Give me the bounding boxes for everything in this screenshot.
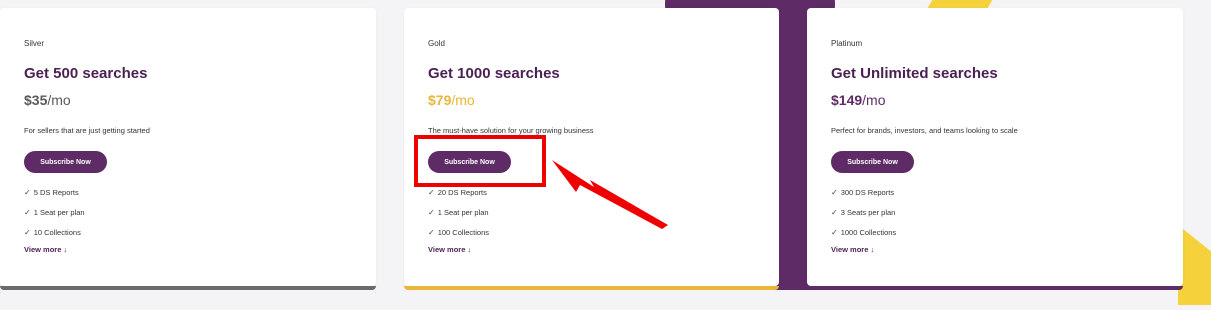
feature-label: 3 Seats per plan	[840, 207, 896, 217]
plan-description: For sellers that are just getting starte…	[24, 126, 150, 135]
feature-item: ✓ 5 DS Reports	[24, 182, 85, 202]
plan-tier: Silver	[24, 39, 45, 48]
feature-label: 300 DS Reports	[840, 187, 895, 197]
feature-list: ✓ 5 DS Reports ✓ 1 Seat per plan ✓ 10 Colle…	[24, 182, 85, 242]
plan-price: $79/mo	[428, 92, 475, 108]
feature-label: 100 Collections	[437, 227, 489, 237]
check-icon: ✓	[831, 207, 838, 217]
check-icon: ✓	[24, 207, 31, 217]
feature-label: 1 Seat per plan	[437, 207, 489, 217]
price-period: /mo	[451, 92, 475, 108]
plan-headline: Get 1000 searches	[428, 65, 560, 82]
price-amount: $35	[24, 92, 48, 108]
feature-item: ✓ 100 Collections	[428, 222, 489, 242]
feature-item: ✓ 3 Seats per plan	[831, 202, 896, 222]
feature-list: ✓ 300 DS Reports ✓ 3 Seats per plan ✓ 1000 …	[831, 182, 896, 242]
plan-card-platinum: Platinum Get Unlimited searches $149/mo …	[807, 8, 1183, 290]
feature-item: ✓ 1 Seat per plan	[428, 202, 489, 222]
plan-price: $35/mo	[24, 92, 71, 108]
check-icon: ✓	[831, 187, 838, 197]
check-icon: ✓	[428, 207, 435, 217]
plan-card-silver: Silver Get 500 searches $35/mo For selle…	[0, 8, 376, 290]
red-arrow-icon	[552, 160, 668, 229]
feature-item: ✓ 300 DS Reports	[831, 182, 896, 202]
check-icon: ✓	[831, 227, 838, 237]
view-more-link[interactable]: View more ↓	[831, 245, 874, 254]
annotation-highlight-box	[414, 135, 546, 187]
feature-item: ✓ 10 Collections	[24, 222, 85, 242]
check-icon: ✓	[428, 187, 435, 197]
feature-label: 5 DS Reports	[33, 187, 79, 197]
feature-label: 1 Seat per plan	[33, 207, 85, 217]
price-amount: $149	[831, 92, 863, 108]
feature-label: 1000 Collections	[840, 227, 897, 237]
feature-label: 20 DS Reports	[437, 187, 487, 197]
plan-description: The must-have solution for your growing …	[428, 126, 594, 135]
price-period: /mo	[47, 92, 71, 108]
subscribe-button-platinum[interactable]: Subscribe Now	[831, 151, 914, 173]
card-accent-bar	[404, 286, 779, 290]
subscribe-button-silver[interactable]: Subscribe Now	[24, 151, 107, 173]
view-more-link[interactable]: View more ↓	[24, 245, 67, 254]
plan-headline: Get Unlimited searches	[831, 65, 998, 82]
plan-description: Perfect for brands, investors, and teams…	[831, 126, 1018, 135]
plan-price: $149/mo	[831, 92, 886, 108]
check-icon: ✓	[24, 227, 31, 237]
card-accent-bar	[807, 286, 1183, 290]
feature-item: ✓ 1000 Collections	[831, 222, 896, 242]
plan-headline: Get 500 searches	[24, 65, 148, 82]
plan-tier: Gold	[428, 39, 445, 48]
feature-label: 10 Collections	[33, 227, 81, 237]
plan-tier: Platinum	[831, 39, 863, 48]
check-icon: ✓	[24, 187, 31, 197]
price-amount: $79	[428, 92, 452, 108]
check-icon: ✓	[428, 227, 435, 237]
feature-item: ✓ 1 Seat per plan	[24, 202, 85, 222]
feature-list: ✓ 20 DS Reports ✓ 1 Seat per plan ✓ 100 Col…	[428, 182, 489, 242]
view-more-link[interactable]: View more ↓	[428, 245, 471, 254]
card-accent-bar	[0, 286, 376, 290]
price-period: /mo	[862, 92, 886, 108]
